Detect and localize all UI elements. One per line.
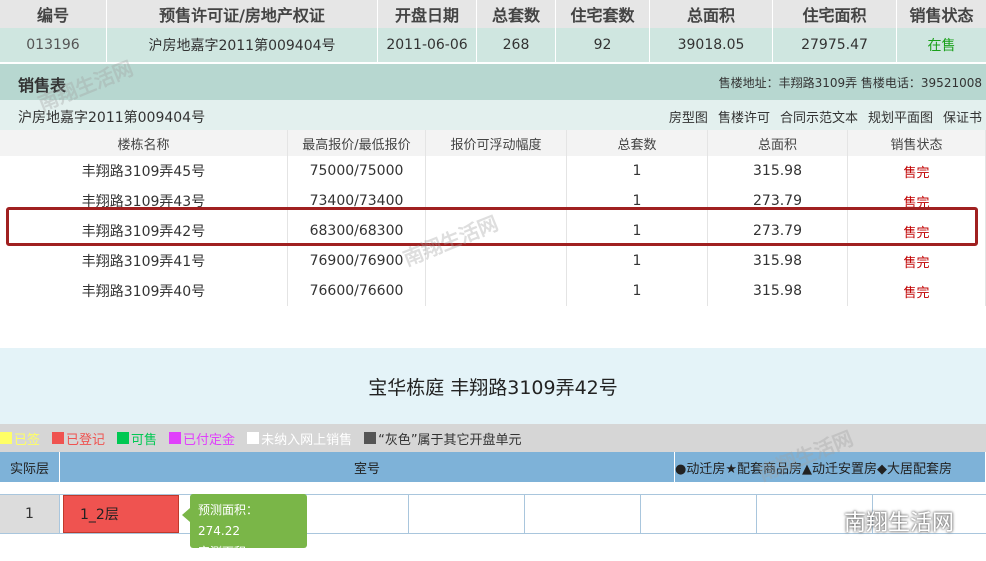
link-guarantee[interactable]: 保证书 <box>943 107 982 126</box>
legend-label: 已签 <box>14 432 41 448</box>
header-open-date: 开盘日期 <box>378 0 477 28</box>
room-cell <box>409 495 525 533</box>
row-status: 售完 <box>848 276 986 306</box>
row-status: 售完 <box>848 156 986 186</box>
sales-header: 销售表 售楼地址：丰翔路3109弄 售楼电话：39521008 <box>0 64 986 100</box>
building-title: 宝华栋庭 丰翔路3109弄42号 <box>0 348 986 424</box>
brand-badge: 南翔生活网 <box>808 505 954 537</box>
col-units: 总套数 <box>567 130 708 156</box>
sales-address: 售楼地址：丰翔路3109弄 售楼电话：39521008 <box>718 76 982 90</box>
legend-label: “灰色”属于其它开盘单元 <box>378 432 522 448</box>
wechat-icon <box>808 510 837 532</box>
col-house-types: ●动迁房★配套商品房▲动迁安置房◆大居配套房 <box>675 452 986 482</box>
info-residential-units: 92 <box>556 28 650 62</box>
legend-swatch <box>117 432 130 444</box>
info-open-date: 2011-06-06 <box>378 28 477 62</box>
room-cell <box>641 495 757 533</box>
header-total-units: 总套数 <box>477 0 556 28</box>
info-table-header: 编号 预售许可证/房地产权证 开盘日期 总套数 住宅套数 总面积 住宅面积 销售… <box>0 0 986 28</box>
header-residential-units: 住宅套数 <box>556 0 650 28</box>
tooltip-measured-area: 实测面积：273.79 <box>198 545 259 559</box>
brand-name: 南翔生活网 <box>843 511 954 536</box>
row-building-name[interactable]: 丰翔路3109弄41号 <box>0 246 288 276</box>
legend-registered: 已登记 <box>52 429 105 448</box>
header-id: 编号 <box>0 0 107 28</box>
col-price: 最高报价/最低报价 <box>288 130 426 156</box>
table-row[interactable]: 丰翔路3109弄41号 76900/76900 1 315.98 售完 <box>0 246 986 276</box>
col-building-name: 楼栋名称 <box>0 130 288 156</box>
header-total-area: 总面积 <box>650 0 773 28</box>
row-units: 1 <box>567 276 708 306</box>
header-residential-area: 住宅面积 <box>773 0 897 28</box>
permit-bar: 沪房地嘉字2011第009404号 房型图 售楼许可 合同示范文本 规划平面图 … <box>0 100 986 130</box>
col-area: 总面积 <box>708 130 848 156</box>
link-site-plan[interactable]: 规划平面图 <box>868 107 933 126</box>
row-building-name[interactable]: 丰翔路3109弄45号 <box>0 156 288 186</box>
col-price-range: 报价可浮动幅度 <box>426 130 567 156</box>
table-row[interactable]: 丰翔路3109弄45号 75000/75000 1 315.98 售完 <box>0 156 986 186</box>
link-sales-permit[interactable]: 售楼许可 <box>718 107 770 126</box>
permit-number: 沪房地嘉字2011第009404号 <box>18 110 206 126</box>
link-floor-plan[interactable]: 房型图 <box>669 107 708 126</box>
legend-not-online: 未纳入网上销售 <box>247 429 352 448</box>
row-status: 售完 <box>848 246 986 276</box>
row-units: 1 <box>567 246 708 276</box>
area-tooltip: 预测面积：274.22 实测面积：273.79 <box>182 494 307 559</box>
room-cell <box>525 495 641 533</box>
sales-title: 销售表 <box>18 76 67 95</box>
header-sale-status: 销售状态 <box>909 6 974 25</box>
sales-list-header: 楼栋名称 最高报价/最低报价 报价可浮动幅度 总套数 总面积 销售状态 <box>0 130 986 156</box>
legend-signed: 已签 <box>0 429 40 448</box>
info-total-area: 39018.05 <box>650 28 773 62</box>
row-price-range <box>426 156 567 186</box>
link-contract-template[interactable]: 合同示范文本 <box>780 107 858 126</box>
info-total-units: 268 <box>477 28 556 62</box>
tooltip-predicted-area: 预测面积：274.22 <box>198 503 259 538</box>
row-price: 76900/76900 <box>288 246 426 276</box>
legend-swatch <box>364 432 377 444</box>
table-row[interactable]: 丰翔路3109弄40号 76600/76600 1 315.98 售完 <box>0 276 986 306</box>
legend-label: 已登记 <box>66 432 106 448</box>
row-units: 1 <box>567 156 708 186</box>
col-floor: 实际层 <box>0 452 60 482</box>
legend-available: 可售 <box>117 429 157 448</box>
room-cell <box>293 495 409 533</box>
legend-swatch <box>0 432 12 444</box>
row-price-range <box>426 246 567 276</box>
legend-swatch <box>169 432 182 444</box>
legend-deposit: 已付定金 <box>169 429 235 448</box>
permit-links: 房型图 售楼许可 合同示范文本 规划平面图 保证书 <box>669 107 982 126</box>
row-area: 315.98 <box>708 276 848 306</box>
floor-number: 1 <box>0 495 60 533</box>
status-legend: 已签 已登记 可售 已付定金 未纳入网上销售 “灰色”属于其它开盘单元 <box>0 424 986 452</box>
legend-label: 未纳入网上销售 <box>261 432 353 448</box>
info-table-row: 013196 沪房地嘉字2011第009404号 2011-06-06 268 … <box>0 28 986 62</box>
room-cell-registered[interactable]: 1_2层 <box>63 495 179 533</box>
legend-label: 可售 <box>131 432 158 448</box>
row-price: 76600/76600 <box>288 276 426 306</box>
info-id: 013196 <box>0 28 107 62</box>
row-building-name[interactable]: 丰翔路3109弄40号 <box>0 276 288 306</box>
col-room: 室号 <box>60 452 675 482</box>
legend-swatch <box>52 432 65 444</box>
highlight-box <box>6 207 978 246</box>
header-permit: 预售许可证/房地产权证 <box>107 0 378 28</box>
legend-swatch <box>247 432 260 444</box>
info-sale-status: 在售 <box>927 38 956 54</box>
legend-gray: “灰色”属于其它开盘单元 <box>364 429 522 448</box>
info-residential-area: 27975.47 <box>773 28 897 62</box>
info-permit: 沪房地嘉字2011第009404号 <box>107 28 378 62</box>
row-price: 75000/75000 <box>288 156 426 186</box>
floor-grid-header: 实际层 室号 ●动迁房★配套商品房▲动迁安置房◆大居配套房 <box>0 452 986 482</box>
legend-label: 已付定金 <box>183 432 236 448</box>
row-area: 315.98 <box>708 156 848 186</box>
col-status: 销售状态 <box>848 130 986 156</box>
row-area: 315.98 <box>708 246 848 276</box>
row-price-range <box>426 276 567 306</box>
